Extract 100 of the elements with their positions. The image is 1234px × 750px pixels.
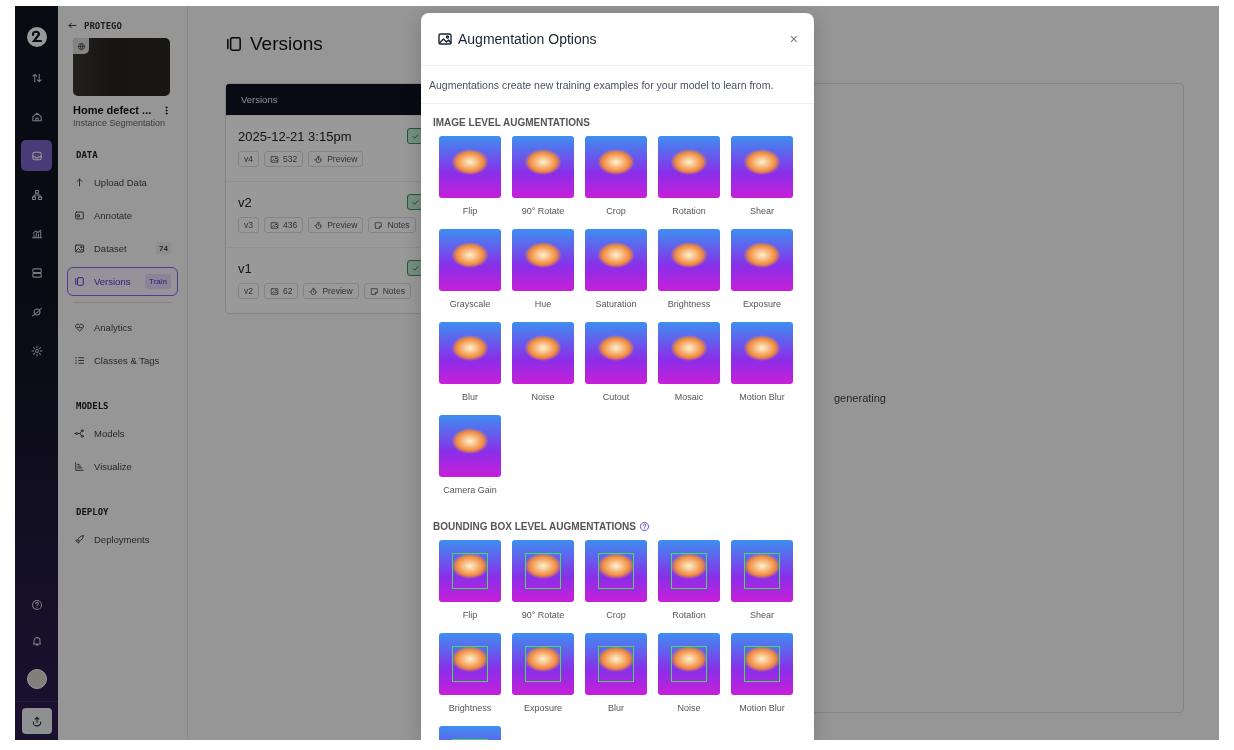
chart-icon <box>30 227 43 240</box>
photo-placeholder[interactable] <box>512 229 574 291</box>
photo-placeholder[interactable] <box>439 540 501 602</box>
sidebar-item[interactable]: Models <box>67 419 178 448</box>
train-badge[interactable]: Train <box>145 274 171 289</box>
timer-icon <box>314 154 324 164</box>
photo-placeholder[interactable] <box>731 136 793 198</box>
sidebar-item[interactable]: Visualize <box>67 452 178 481</box>
sidebar-item[interactable]: Annotate <box>67 201 178 230</box>
heart-icon <box>74 322 85 333</box>
annotate-icon <box>74 210 85 221</box>
photo-placeholder[interactable] <box>512 322 574 384</box>
version-tag: v3 <box>238 217 259 233</box>
augmentation-label: Camera Gain <box>443 485 497 495</box>
help-icon[interactable] <box>638 521 650 532</box>
image-count-tag: 436 <box>264 217 304 233</box>
logo-icon[interactable] <box>25 26 48 48</box>
augmentation-label: Exposure <box>524 703 562 713</box>
hierarchy-icon <box>30 188 43 201</box>
image-icon <box>270 220 279 230</box>
image-icon <box>270 154 279 164</box>
augmentation-label: Grayscale <box>449 299 491 309</box>
sort-arrows-icon <box>30 71 43 84</box>
note-icon <box>374 220 384 230</box>
photo-placeholder[interactable] <box>512 633 574 695</box>
photo-placeholder[interactable] <box>585 633 647 695</box>
augmentation-label: Brightness <box>667 299 711 309</box>
dialog-title: Augmentation Options <box>458 31 598 47</box>
photo-placeholder[interactable] <box>731 229 793 291</box>
photo-placeholder[interactable] <box>585 540 647 602</box>
photo-placeholder[interactable] <box>439 415 501 477</box>
augmentation-label: Flip <box>462 206 478 216</box>
inbox-nav-button[interactable] <box>21 140 52 171</box>
augmentation-label: Saturation <box>595 299 637 309</box>
sidebar-item[interactable]: Versions Train <box>67 267 178 296</box>
network-icon <box>74 428 85 439</box>
augmentation-label: Rotation <box>672 206 706 216</box>
augmentation-label: Mosaic <box>674 392 704 402</box>
versions-icon <box>225 35 243 53</box>
version-tag: v2 <box>238 283 259 299</box>
photo-placeholder[interactable] <box>658 540 720 602</box>
augmentation-label: Motion Blur <box>739 703 785 713</box>
photo-placeholder[interactable] <box>439 633 501 695</box>
inbox-icon <box>30 149 43 162</box>
preview-button[interactable]: Preview <box>308 151 364 167</box>
image-count-tag: 62 <box>264 283 299 299</box>
version-name[interactable]: 2025-12-21 3:15pm <box>238 128 352 144</box>
augmentation-label: Brightness <box>448 703 492 713</box>
image-icon <box>270 286 279 296</box>
section-heading: IMAGE LEVEL AUGMENTATIONS <box>433 117 590 128</box>
photo-placeholder[interactable] <box>658 633 720 695</box>
version-name[interactable]: v1 <box>238 260 252 276</box>
photo-placeholder[interactable] <box>731 540 793 602</box>
photo-placeholder[interactable] <box>731 633 793 695</box>
timer-icon <box>314 220 324 230</box>
augmentation-label: Noise <box>531 392 555 402</box>
upload-button[interactable] <box>21 708 52 734</box>
sidebar-item[interactable]: Classes & Tags <box>67 346 178 375</box>
close-button[interactable]: × <box>789 31 798 47</box>
augmentation-label: Crop <box>606 610 626 620</box>
photo-placeholder[interactable] <box>585 229 647 291</box>
rocket-icon <box>74 534 85 545</box>
photo-placeholder[interactable] <box>585 136 647 198</box>
augmentation-label: Shear <box>750 206 774 216</box>
sidebar-item[interactable]: Dataset 74 <box>67 234 178 263</box>
project-type: Instance Segmentation <box>72 117 167 128</box>
photo-placeholder[interactable] <box>585 322 647 384</box>
photo-placeholder[interactable] <box>439 229 501 291</box>
sidebar-item[interactable]: Upload Data <box>67 168 178 197</box>
version-name[interactable]: v2 <box>238 194 252 210</box>
augmentation-label: Crop <box>606 206 626 216</box>
bell-icon[interactable] <box>30 635 43 647</box>
back-arrow-icon[interactable] <box>67 20 78 31</box>
project-back-link[interactable]: PROTEGO <box>84 20 122 31</box>
notes-button[interactable]: Notes <box>363 283 411 299</box>
image-count-tag: 532 <box>264 151 304 167</box>
augmentation-label: Rotation <box>672 610 706 620</box>
photo-placeholder[interactable] <box>512 540 574 602</box>
upload-icon <box>30 715 43 727</box>
photo-placeholder[interactable] <box>658 136 720 198</box>
version-tag: v4 <box>238 151 259 167</box>
photo-placeholder[interactable] <box>658 229 720 291</box>
photo-placeholder[interactable] <box>658 322 720 384</box>
augmentation-label: Cutout <box>602 392 630 402</box>
preview-button[interactable]: Preview <box>303 283 359 299</box>
photo-placeholder[interactable] <box>439 136 501 198</box>
photo-placeholder[interactable] <box>439 322 501 384</box>
sidebar-item[interactable]: Deployments <box>67 525 178 554</box>
versions-icon <box>74 276 85 287</box>
augmentation-label: Blur <box>608 703 624 713</box>
count-badge: 74 <box>156 242 171 255</box>
photo-placeholder[interactable] <box>731 322 793 384</box>
notes-button[interactable]: Notes <box>368 217 416 233</box>
augmentation-label: Blur <box>462 392 478 402</box>
avatar[interactable] <box>26 669 47 689</box>
preview-button[interactable]: Preview <box>308 217 364 233</box>
image-icon <box>74 243 85 254</box>
photo-placeholder[interactable] <box>512 136 574 198</box>
sidebar-item[interactable]: Analytics <box>67 313 178 342</box>
augmentation-label: 90° Rotate <box>521 610 565 620</box>
